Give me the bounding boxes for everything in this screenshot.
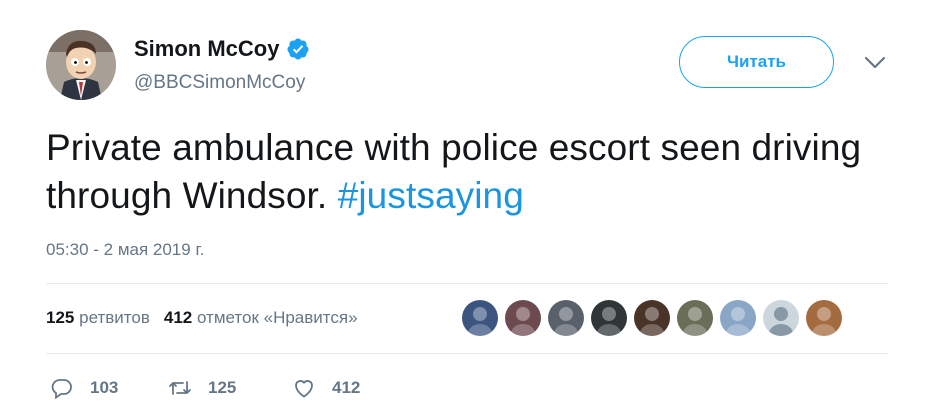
person-icon xyxy=(505,300,541,336)
person-icon xyxy=(591,300,627,336)
person-icon xyxy=(548,300,584,336)
retweets-stat[interactable]: 125 ретвитов xyxy=(46,308,150,328)
profile-picture xyxy=(46,30,116,100)
person-icon xyxy=(462,300,498,336)
liker-avatar[interactable] xyxy=(677,300,713,336)
liked-by-avatars xyxy=(462,300,842,336)
person-icon xyxy=(806,300,842,336)
chevron-down-icon[interactable] xyxy=(864,56,886,70)
display-name[interactable]: Simon McCoy xyxy=(134,36,279,62)
liker-avatar[interactable] xyxy=(763,300,799,336)
person-icon xyxy=(720,300,756,336)
reply-count: 103 xyxy=(90,378,119,397)
liker-avatar[interactable] xyxy=(505,300,541,336)
avatar[interactable] xyxy=(46,30,116,100)
heart-icon xyxy=(295,380,313,398)
author-handle[interactable]: @BBCSimonMcCoy xyxy=(134,72,305,94)
divider xyxy=(46,283,888,284)
tweet-actions: 103 125 412 xyxy=(50,376,360,400)
liker-avatar[interactable] xyxy=(720,300,756,336)
liker-avatar[interactable] xyxy=(634,300,670,336)
tweet-text: Private ambulance with police escort see… xyxy=(46,124,906,220)
retweet-count: 125 xyxy=(208,378,237,397)
author-name-row: Simon McCoy xyxy=(134,36,310,62)
liker-avatar[interactable] xyxy=(462,300,498,336)
tweet-timestamp[interactable]: 05:30 - 2 мая 2019 г. xyxy=(46,240,204,260)
liker-avatar[interactable] xyxy=(806,300,842,336)
retweets-count: 125 xyxy=(46,308,75,327)
retweet-icon xyxy=(169,381,191,395)
retweet-button[interactable]: 125 xyxy=(168,376,292,400)
likes-label: отметок «Нравится» xyxy=(196,308,358,327)
reply-button[interactable]: 103 xyxy=(50,376,168,400)
reply-icon xyxy=(51,379,72,400)
retweets-label: ретвитов xyxy=(79,308,150,327)
follow-button[interactable]: Читать xyxy=(679,36,834,88)
liker-avatar[interactable] xyxy=(548,300,584,336)
likes-stat[interactable]: 412 отметок «Нравится» xyxy=(164,308,358,328)
person-icon xyxy=(763,300,799,336)
like-button[interactable]: 412 xyxy=(292,376,360,400)
divider xyxy=(46,353,888,354)
likes-count: 412 xyxy=(163,308,193,327)
hashtag-link[interactable]: #justsaying xyxy=(338,175,524,216)
like-count: 412 xyxy=(332,378,361,397)
liker-avatar[interactable] xyxy=(591,300,627,336)
verified-badge-icon xyxy=(287,38,309,60)
person-icon xyxy=(677,300,713,336)
tweet-stats: 125 ретвитов 412 отметок «Нравится» xyxy=(46,308,358,328)
person-icon xyxy=(634,300,670,336)
